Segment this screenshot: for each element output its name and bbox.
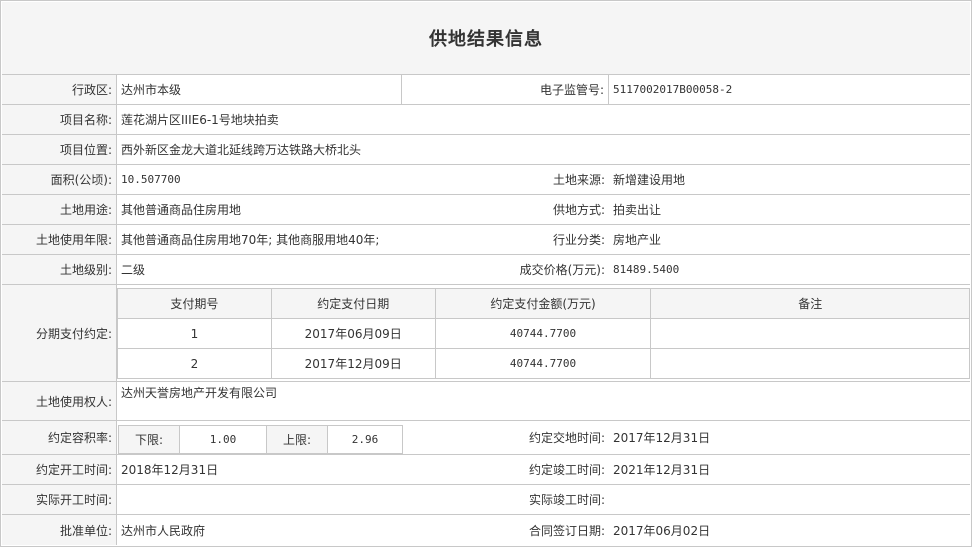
row-approval-unit: 批准单位: 达州市人民政府 合同签订日期: 2017年06月02日 xyxy=(2,515,970,545)
row-district: 行政区: 达州市本级 电子监管号: 5117002017B00058-2 xyxy=(2,75,970,105)
land-grade-value: 二级 xyxy=(121,263,146,277)
far-upper-value: 2.96 xyxy=(327,425,403,454)
start-time-value: 2018年12月31日 xyxy=(121,463,219,477)
land-grade-label: 土地级别: xyxy=(2,255,117,284)
far-label: 约定容积率: xyxy=(2,421,117,454)
area-value: 10.507700 xyxy=(121,173,181,186)
supply-method-value: 拍卖出让 xyxy=(613,203,662,217)
col-header-note: 备注 xyxy=(650,288,970,319)
project-name-value: 莲花湖片区IIIE6-1号地块拍卖 xyxy=(121,113,279,127)
row-land-user: 土地使用权人: 达州天誉房地产开发有限公司 xyxy=(2,382,970,421)
amount-cell: 40744.7700 xyxy=(434,348,652,379)
actual-completion-value xyxy=(609,485,969,514)
row-start-time: 约定开工时间: 2018年12月31日 约定竣工时间: 2021年12月31日 xyxy=(2,455,970,485)
row-project-name: 项目名称: 莲花湖片区IIIE6-1号地块拍卖 xyxy=(2,105,970,135)
industry-value: 房地产业 xyxy=(613,233,662,247)
installments-header-row: 支付期号 约定支付日期 约定支付金额(万元) 备注 xyxy=(117,288,970,319)
date-cell: 2017年12月09日 xyxy=(270,348,436,379)
project-location-value: 西外新区金龙大道北延线跨万达铁路大桥北头 xyxy=(121,143,362,157)
installments-label: 分期支付约定: xyxy=(2,285,117,381)
row-land-use: 土地用途: 其他普通商品住房用地 供地方式: 拍卖出让 xyxy=(2,195,970,225)
far-lower-label: 下限: xyxy=(118,425,180,454)
row-far: 约定容积率: 下限: 1.00 上限: 2.96 约定交地时间: 2017年12… xyxy=(2,421,970,455)
land-use-label: 土地用途: xyxy=(2,195,117,224)
land-user-label: 土地使用权人: xyxy=(2,382,117,420)
actual-start-label: 实际开工时间: xyxy=(2,485,117,514)
row-area: 面积(公顷): 10.507700 土地来源: 新增建设用地 xyxy=(2,165,970,195)
far-table: 下限: 1.00 上限: 2.96 xyxy=(118,425,403,454)
supply-result-panel: 供地结果信息 行政区: 达州市本级 电子监管号: 5117002017B0005… xyxy=(0,0,972,547)
actual-start-value xyxy=(117,485,417,514)
price-value: 81489.5400 xyxy=(613,263,680,276)
page-title: 供地结果信息 xyxy=(2,2,970,75)
period-cell: 1 xyxy=(117,318,272,349)
completion-time-label: 约定竣工时间: xyxy=(528,463,605,477)
contract-date-label: 合同签订日期: xyxy=(528,523,605,538)
district-value: 达州市本级 xyxy=(117,75,402,104)
supervision-no-value: 5117002017B00058-2 xyxy=(613,83,733,96)
row-land-grade: 土地级别: 二级 成交价格(万元): 81489.5400 xyxy=(2,255,970,285)
use-term-value: 其他普通商品住房用地70年; 其他商服用地40年; xyxy=(121,233,380,247)
installments-table: 支付期号 约定支付日期 约定支付金额(万元) 备注 1 2017年06月09日 … xyxy=(117,288,970,379)
price-label: 成交价格(万元): xyxy=(519,263,605,277)
contract-date-value: 2017年06月02日 xyxy=(613,523,711,538)
approval-unit-label: 批准单位: xyxy=(2,515,117,545)
far-upper-label: 上限: xyxy=(266,425,328,454)
note-cell xyxy=(650,318,970,349)
note-cell xyxy=(650,348,970,379)
land-source-value: 新增建设用地 xyxy=(613,173,686,187)
completion-time-value: 2021年12月31日 xyxy=(613,463,711,477)
project-name-label: 项目名称: xyxy=(2,105,117,134)
row-project-location: 项目位置: 西外新区金龙大道北延线跨万达铁路大桥北头 xyxy=(2,135,970,165)
far-lower-value: 1.00 xyxy=(179,425,267,454)
land-user-value: 达州天誉房地产开发有限公司 xyxy=(121,386,278,400)
delivery-time-value: 2017年12月31日 xyxy=(613,431,711,445)
district-label: 行政区: xyxy=(2,75,117,104)
approval-unit-value: 达州市人民政府 xyxy=(121,523,206,538)
col-header-amount: 约定支付金额(万元) xyxy=(434,288,652,319)
project-location-label: 项目位置: xyxy=(2,135,117,164)
area-label: 面积(公顷): xyxy=(2,165,117,194)
col-header-period: 支付期号 xyxy=(117,288,272,319)
land-use-value: 其他普通商品住房用地 xyxy=(121,203,242,217)
start-time-label: 约定开工时间: xyxy=(2,455,117,484)
land-source-label: 土地来源: xyxy=(552,173,605,187)
supervision-no-label: 电子监管号: xyxy=(402,75,609,104)
period-cell: 2 xyxy=(117,348,272,379)
use-term-label: 土地使用年限: xyxy=(2,225,117,254)
col-header-date: 约定支付日期 xyxy=(270,288,436,319)
row-use-term: 土地使用年限: 其他普通商品住房用地70年; 其他商服用地40年; 行业分类: … xyxy=(2,225,970,255)
actual-completion-label: 实际竣工时间: xyxy=(528,493,605,507)
date-cell: 2017年06月09日 xyxy=(270,318,436,349)
row-installments: 分期支付约定: 支付期号 约定支付日期 约定支付金额(万元) 备注 1 2017… xyxy=(2,285,970,382)
delivery-time-label: 约定交地时间: xyxy=(528,431,605,445)
industry-label: 行业分类: xyxy=(552,233,605,247)
row-actual-start: 实际开工时间: 实际竣工时间: xyxy=(2,485,970,515)
table-row: 2 2017年12月09日 40744.7700 xyxy=(117,348,970,379)
table-row: 1 2017年06月09日 40744.7700 xyxy=(117,318,970,349)
supply-method-label: 供地方式: xyxy=(552,203,605,217)
amount-cell: 40744.7700 xyxy=(434,318,652,349)
